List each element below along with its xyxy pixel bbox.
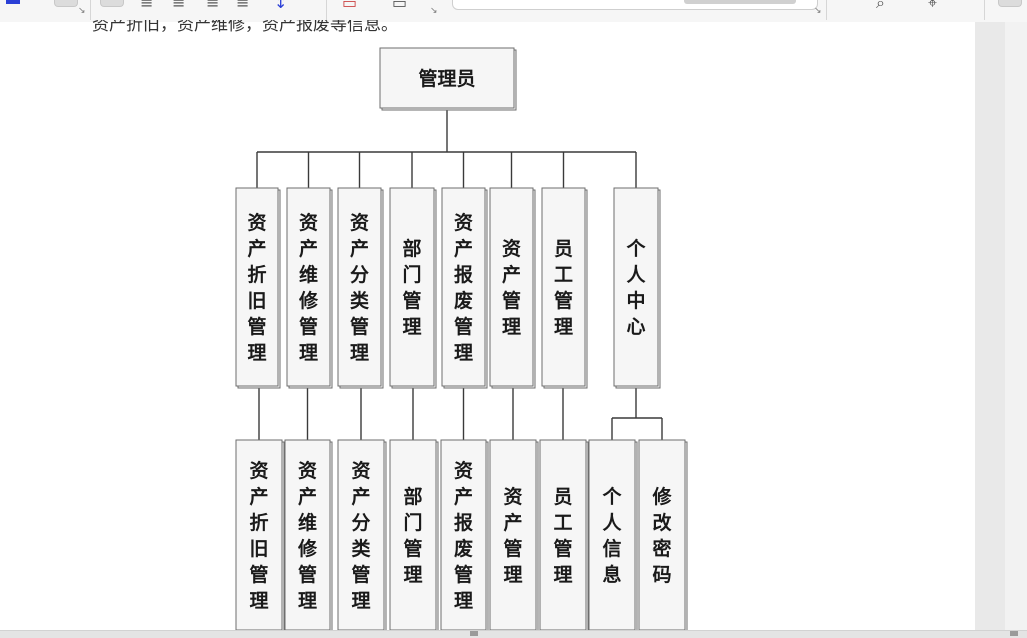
node-n8-box [613,187,659,387]
node-n3: 资产分类管理 [337,187,384,389]
page-view-icon[interactable] [470,631,478,636]
node-n6: 资产管理 [489,187,536,389]
structure-diagram: 管理员资产折旧管理资产折旧管理资产维修管理资产维修管理资产分类管理资产分类管理部… [235,47,688,630]
node-c4-box [389,439,437,630]
shading-icon[interactable]: ▭ [342,0,357,12]
node-c7-box [539,439,587,630]
node-n2: 资产维修管理 [286,187,333,389]
node-n1: 资产折旧管理 [235,187,281,389]
node-c2: 资产维修管理 [284,439,333,630]
font-dialog-launcher-icon[interactable]: ↘ [78,6,86,16]
zoom-icon[interactable] [1010,631,1018,636]
select-icon[interactable]: ⌖ [928,0,937,12]
toolbar-divider [90,0,91,20]
line-spacing-icon[interactable]: ↕ [274,0,287,12]
align-right-icon[interactable]: ≡ [172,0,185,12]
distribute-icon[interactable]: ≡ [236,0,249,12]
paragraph-dialog-launcher-icon[interactable]: ↘ [430,6,438,16]
node-c6: 资产管理 [489,439,539,630]
node-n8: 个人中心 [613,187,661,389]
toolbar-divider [326,0,327,20]
node-c8b-box [638,439,686,630]
node-n6-box [489,187,534,387]
font-color-icon[interactable] [6,0,20,4]
node-root: 管理员 [379,47,517,111]
node-c8a: 个人信息 [588,439,638,630]
node-c3: 资产分类管理 [337,439,387,630]
toolbar-divider [984,0,985,20]
node-n4-box [389,187,435,387]
node-n7: 员工管理 [541,187,588,389]
node-c4: 部门管理 [389,439,439,630]
styles-dialog-launcher-icon[interactable]: ↘ [814,6,822,16]
border-button[interactable] [54,0,78,7]
find-icon[interactable]: ⌕ [876,0,885,12]
node-n7-box [541,187,586,387]
toolbar-divider [826,0,827,20]
styles-gallery-selected[interactable] [684,0,796,4]
document-page[interactable]: 资产折旧，资产维修，资产报废等信息。 管理员 资产折旧管理 资产折旧管理 资产维修管理… [0,20,975,630]
node-c6-box [489,439,537,630]
align-left-button[interactable] [100,0,124,7]
node-c8b: 修改密码 [638,439,688,630]
node-c5: 资产报废管理 [440,439,489,630]
borders-icon[interactable]: ▭ [392,0,407,12]
vertical-scrollbar[interactable] [975,22,1027,630]
scrollbar-track[interactable] [1005,22,1027,630]
node-c1: 资产折旧管理 [235,439,285,630]
node-n5: 资产报废管理 [441,187,488,389]
align-center-icon[interactable]: ≡ [140,0,153,12]
ribbon-collapse-button[interactable] [998,0,1022,7]
node-n4: 部门管理 [389,187,437,389]
node-c8a-box [588,439,636,630]
node-c7: 员工管理 [539,439,589,630]
justify-icon[interactable]: ≡ [206,0,219,12]
node-root-label: 管理员 [418,67,475,90]
